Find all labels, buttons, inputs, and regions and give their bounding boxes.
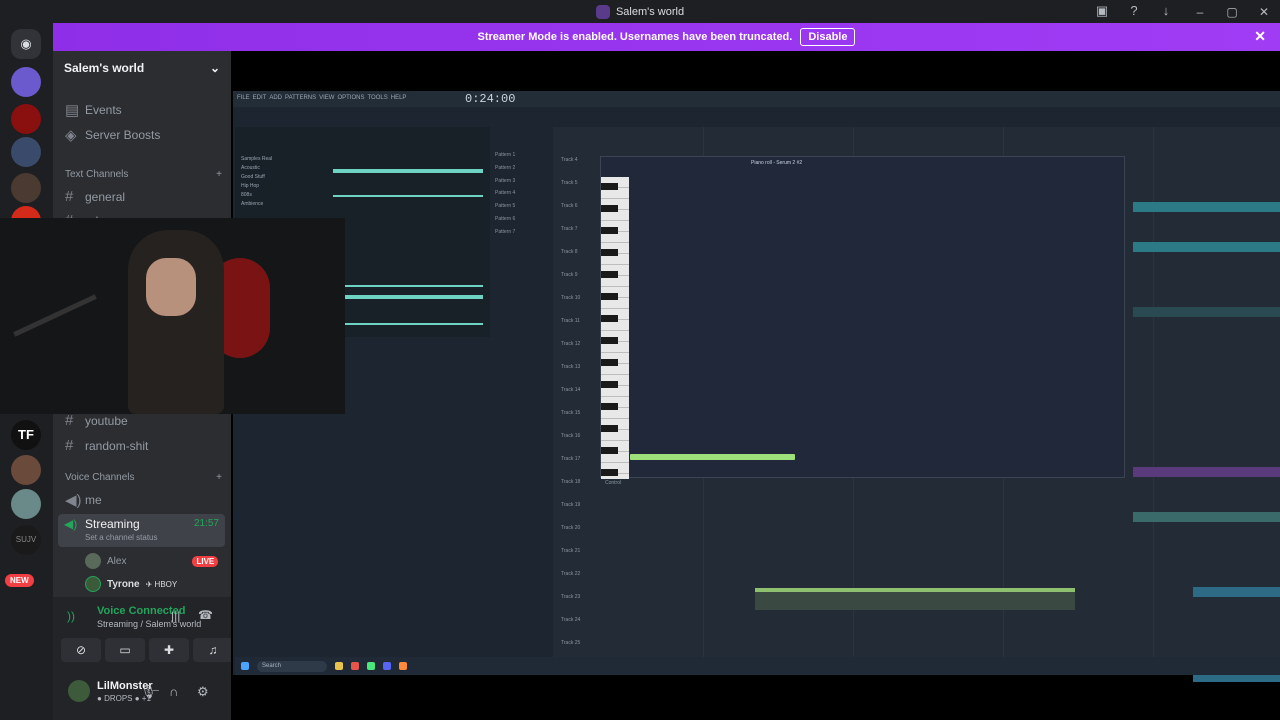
server-icon[interactable] [11, 455, 41, 485]
screen-share-button[interactable]: ▭ [105, 638, 145, 662]
server-icon[interactable] [11, 489, 41, 519]
hash-icon: # [65, 437, 74, 454]
server-icon[interactable] [11, 137, 41, 167]
microphone-arm [13, 294, 97, 337]
soundboard-button[interactable]: ♫ [193, 638, 233, 662]
activities-button[interactable]: ✚ [149, 638, 189, 662]
disable-button[interactable]: Disable [800, 28, 856, 46]
voice-timer: 21:57 [193, 518, 219, 529]
streamer-face [146, 258, 196, 316]
voice-channel-streaming[interactable]: ◀) Streaming 21:57 Set a channel status [58, 514, 225, 547]
server-avatar-icon [595, 4, 610, 19]
webcam-overlay [0, 218, 345, 414]
server-header[interactable]: Salem's world ⌄ [53, 51, 231, 85]
avatar [85, 553, 101, 569]
streaming-channel-name: Streaming [85, 517, 140, 531]
app-icon [351, 662, 359, 670]
control-label: Control [605, 480, 622, 486]
server-name: Salem's world [64, 61, 145, 75]
chevron-down-icon: ⌄ [209, 61, 220, 75]
headphones-icon[interactable]: ∩ [169, 684, 178, 699]
app-icon [399, 662, 407, 670]
voice-connected-subtitle[interactable]: Streaming / Salem's world [97, 619, 201, 629]
daw-time: 0:24:00 [465, 92, 516, 106]
daw-screen: FILE EDIT ADD PATTERNS VIEW OPTIONS TOOLS HELP … [233, 91, 1280, 682]
title-bar: Salem's world ▣ ? ↓ – ▢ ✕ [0, 0, 1280, 23]
disconnect-icon[interactable]: ☎ [198, 608, 213, 622]
server-icon[interactable] [11, 67, 41, 97]
channel-random-shit[interactable]: # random-shit [65, 437, 148, 454]
speaker-icon: ◀) [64, 517, 78, 531]
add-channel-icon[interactable]: + [216, 169, 222, 180]
signal-icon[interactable]: )) [67, 609, 75, 623]
inbox-icon[interactable]: ▣ [1094, 3, 1110, 19]
banner-text: Streamer Mode is enabled. Usernames have… [477, 31, 793, 43]
boost-icon: ◈ [65, 127, 77, 144]
close-icon[interactable]: ✕ [1254, 28, 1266, 45]
voice-connected-panel: )) Voice Connected Streaming / Salem's w… [53, 597, 233, 670]
user-tag: ✈ HBOY [145, 579, 178, 589]
midi-note [630, 454, 795, 460]
track-labels: Track 4 Track 5 Track 6 Track 7 Track 8 … [561, 157, 581, 646]
voice-channel-me[interactable]: ◀) me [65, 491, 102, 509]
close-window-button[interactable]: ✕ [1248, 5, 1280, 19]
stream-view[interactable]: FILE EDIT ADD PATTERNS VIEW OPTIONS TOOLS HELP … [231, 51, 1280, 720]
new-badge[interactable]: NEW [5, 574, 34, 587]
pattern-clip [755, 588, 1075, 610]
microphone-icon[interactable]: 🎙 [140, 684, 157, 700]
avatar [85, 576, 101, 592]
hash-icon: # [65, 188, 74, 205]
speaker-icon: ◀) [65, 492, 82, 509]
channel-status[interactable]: Set a channel status [85, 533, 158, 542]
avatar[interactable] [68, 680, 90, 702]
daw-taskbar: Search [235, 657, 1280, 675]
server-icon[interactable]: SUJV [11, 525, 41, 555]
voice-channels-category[interactable]: Voice Channels + [65, 472, 222, 483]
channel-youtube[interactable]: # youtube [65, 412, 128, 429]
server-icon[interactable] [11, 104, 41, 134]
download-icon[interactable]: ↓ [1158, 3, 1174, 19]
calendar-icon: ▤ [65, 102, 80, 119]
window-title: Salem's world [595, 4, 685, 19]
events-item[interactable]: ▤ Events [65, 101, 122, 119]
streamer-mode-banner: Streamer Mode is enabled. Usernames have… [53, 23, 1280, 51]
app-icon [367, 662, 375, 670]
voice-user[interactable]: Alex LIVE [85, 553, 219, 569]
channel-general[interactable]: # general [65, 188, 125, 205]
piano-roll: Piano roll - Serum 2 #2 [600, 156, 1125, 479]
add-channel-icon[interactable]: + [216, 472, 222, 483]
voice-user[interactable]: Tyrone ✈ HBOY [85, 576, 177, 592]
pattern-list: Pattern 1 Pattern 2 Pattern 3 Pattern 4 … [495, 152, 516, 235]
window-title-text: Salem's world [615, 5, 685, 18]
live-badge: LIVE [192, 555, 219, 567]
server-icon[interactable]: TF [11, 420, 41, 450]
server-icon[interactable] [11, 173, 41, 203]
hash-icon: # [65, 412, 74, 429]
minimize-button[interactable]: – [1184, 5, 1216, 19]
text-channels-category[interactable]: Text Channels + [65, 169, 222, 180]
discord-icon [383, 662, 391, 670]
windows-icon [241, 662, 249, 670]
user-panel: LilMonster_ ● DROPS ● +1 🎙 ∩ ⚙ [53, 670, 231, 720]
help-icon[interactable]: ? [1126, 3, 1142, 19]
voice-activity-icon[interactable]: ||| [171, 609, 180, 623]
folder-icon [335, 662, 343, 670]
taskbar-search: Search [257, 660, 327, 672]
maximize-button[interactable]: ▢ [1216, 5, 1248, 19]
server-boosts-item[interactable]: ◈ Server Boosts [65, 126, 160, 144]
discord-home-icon[interactable]: ◉ [11, 29, 41, 59]
gear-icon[interactable]: ⚙ [197, 684, 209, 700]
piano-roll-title: Piano roll - Serum 2 #2 [751, 160, 803, 166]
daw-menu-bar: FILE EDIT ADD PATTERNS VIEW OPTIONS TOOLS HELP [233, 91, 1280, 107]
camera-button[interactable]: ⊘ [61, 638, 101, 662]
